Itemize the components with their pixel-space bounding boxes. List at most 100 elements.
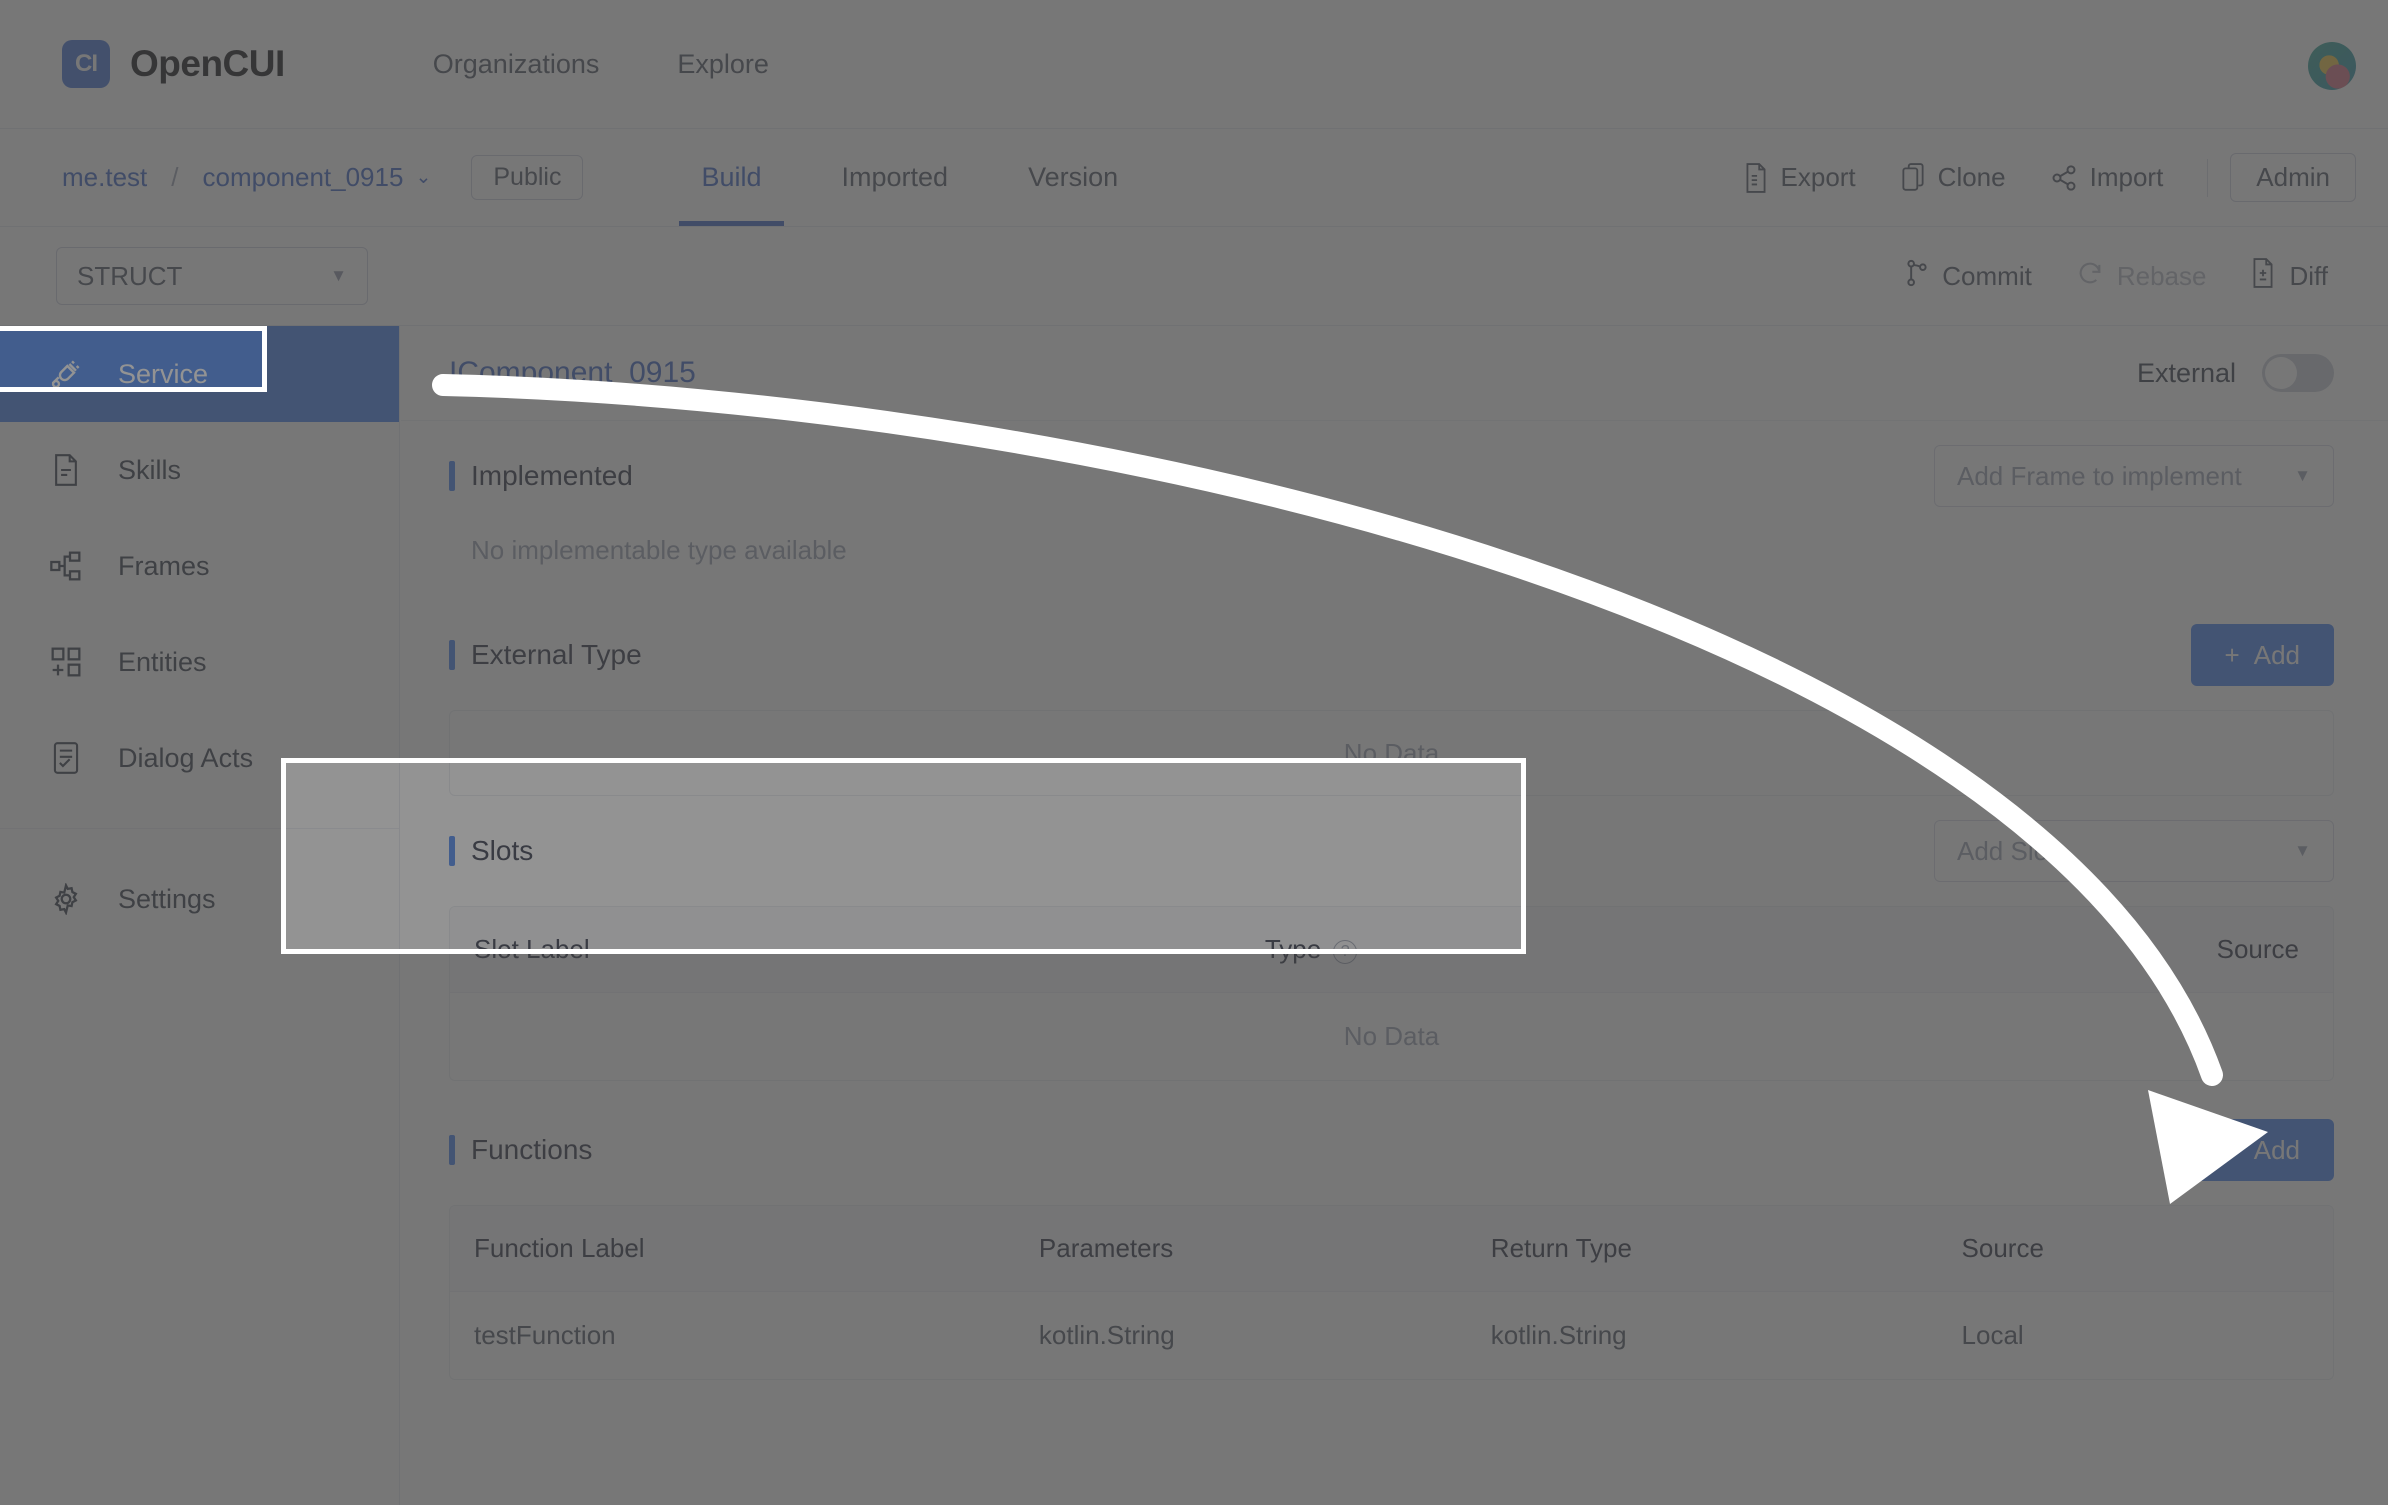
export-label: Export	[1780, 162, 1856, 192]
clone-label: Clone	[1937, 162, 2006, 192]
project-tabs: Build Imported Version	[661, 129, 1158, 226]
sidebar-item-dialog-acts[interactable]: Dialog Acts	[0, 710, 399, 806]
brand[interactable]: CI OpenCUI	[62, 40, 285, 88]
add-external-type-button[interactable]: + Add	[2190, 624, 2334, 686]
struct-toolbar: STRUCT ▼ Commit Rebase Diff	[0, 227, 2388, 326]
project-bar: me.test / component_0915 ⌄ Public Build …	[0, 129, 2388, 227]
slots-panel: Slot Label Type? Source No Data	[449, 906, 2334, 1081]
slots-empty-text: No Data	[450, 992, 2333, 1080]
section-slots: Slots Add Slot ▼ Slot Label Type ? Sourc…	[401, 796, 2388, 1081]
list-card-icon	[48, 742, 84, 774]
page-title: IComponent_0915	[449, 356, 696, 389]
add-frame-placeholder: Add Frame to implement	[1957, 460, 2242, 491]
nav-organizations[interactable]: Organizations	[433, 49, 600, 80]
tab-imported[interactable]: Imported	[802, 129, 989, 226]
table-header-row: Slot Label Type? Source	[450, 907, 2333, 993]
column-source: Source	[1937, 1206, 2333, 1292]
sidebar-item-skills[interactable]: Skills	[0, 422, 399, 518]
export-button[interactable]: Export	[1721, 162, 1878, 193]
section-external-type: External Type + Add No Data	[401, 600, 2388, 796]
gear-icon	[48, 883, 84, 915]
add-label: Add	[2253, 639, 2300, 670]
section-header: Functions + Add	[449, 1095, 2334, 1205]
add-slot-placeholder: Add Slot	[1957, 835, 2056, 866]
import-icon	[2050, 164, 2078, 192]
slots-table: Slot Label Type? Source No Data	[450, 907, 2333, 1080]
cell-return-type: kotlin.String	[1466, 1291, 1938, 1379]
section-header: External Type + Add	[449, 600, 2334, 710]
column-type-label: Type	[1264, 934, 1322, 964]
external-label: External	[2136, 357, 2236, 388]
plus-icon: +	[2224, 639, 2240, 670]
section-actions: Add Frame to implement ▼	[1934, 445, 2334, 507]
clone-icon	[1900, 162, 1926, 193]
import-button[interactable]: Import	[2028, 162, 2186, 193]
section-implemented: Implemented Add Frame to implement ▼ No …	[401, 421, 2388, 600]
action-divider	[2207, 158, 2209, 197]
breadcrumb-separator: /	[171, 162, 179, 192]
chevron-down-icon: ▼	[2294, 466, 2311, 485]
column-parameters: Parameters	[1014, 1206, 1467, 1292]
commit-label: Commit	[1942, 261, 2032, 291]
breadcrumb: me.test / component_0915 ⌄ Public	[62, 155, 584, 200]
toggle-knob	[2265, 357, 2297, 389]
column-type: Type?	[1240, 907, 1863, 993]
sidebar-item-frames[interactable]: Frames	[0, 518, 399, 614]
struct-select-value: STRUCT	[77, 260, 183, 291]
column-return-type: Return Type	[1466, 1206, 1938, 1292]
screenshot-root: CI OpenCUI Organizations Explore me.test…	[0, 0, 2388, 1505]
table-row[interactable]: testFunction kotlin.String kotlin.String…	[450, 1291, 2333, 1379]
sitemap-icon	[48, 551, 84, 581]
section-actions: + Add	[2190, 1119, 2334, 1181]
project-actions: Export Clone Import Admin	[1721, 129, 2356, 226]
add-function-button[interactable]: + Add	[2190, 1119, 2334, 1181]
blocks-icon	[48, 646, 84, 678]
chevron-down-icon[interactable]: ⌄	[415, 166, 431, 189]
add-slot-select[interactable]: Add Slot ▼	[1934, 820, 2334, 882]
sidebar-item-label: Skills	[118, 454, 182, 485]
add-frame-select[interactable]: Add Frame to implement ▼	[1934, 445, 2334, 507]
tab-build[interactable]: Build	[661, 129, 801, 226]
diff-file-icon	[2250, 258, 2276, 295]
plus-icon: +	[2224, 1134, 2240, 1165]
sidebar-item-label: Entities	[118, 646, 207, 677]
breadcrumb-project[interactable]: component_0915	[202, 162, 403, 193]
commit-button[interactable]: Commit	[1883, 259, 2054, 294]
sidebar-item-label: Service	[118, 358, 209, 389]
sidebar-item-entities[interactable]: Entities	[0, 614, 399, 710]
rebase-label: Rebase	[2116, 261, 2207, 291]
global-nav: Organizations Explore	[433, 49, 769, 80]
refresh-icon	[2076, 259, 2104, 294]
sidebar-item-service[interactable]: Service	[0, 326, 399, 422]
external-toggle[interactable]	[2262, 354, 2334, 392]
sidebar-item-label: Settings	[118, 883, 216, 914]
rebase-button: Rebase	[2054, 259, 2229, 294]
service-plug-icon	[48, 358, 84, 390]
help-circle-icon[interactable]: ?	[1333, 940, 1358, 964]
admin-button[interactable]: Admin	[2230, 153, 2356, 202]
add-label: Add	[2253, 1134, 2300, 1165]
breadcrumb-org[interactable]: me.test	[62, 162, 147, 193]
column-function-label: Function Label	[450, 1206, 1015, 1292]
diff-label: Diff	[2289, 261, 2328, 291]
clone-button[interactable]: Clone	[1878, 162, 2028, 193]
sidebar-item-settings[interactable]: Settings	[0, 851, 399, 947]
visibility-badge: Public	[471, 155, 584, 200]
section-actions: + Add	[2190, 624, 2334, 686]
section-title: Implemented	[449, 460, 633, 492]
tab-version[interactable]: Version	[988, 129, 1158, 226]
section-functions: Functions + Add Function Label Parameter…	[401, 1081, 2388, 1380]
vcs-actions: Commit Rebase Diff	[1883, 227, 2350, 326]
avatar[interactable]	[2308, 42, 2356, 90]
main-content: IComponent_0915 External Implemented Add…	[401, 326, 2388, 1505]
diff-button[interactable]: Diff	[2228, 258, 2350, 295]
column-slot-label: Slot Label	[450, 907, 1241, 993]
sidebar-item-label: Dialog Acts	[118, 742, 254, 773]
opencui-logo-icon: CI	[62, 40, 110, 88]
nav-explore[interactable]: Explore	[677, 49, 769, 80]
cell-source: Local	[1937, 1291, 2333, 1379]
struct-select[interactable]: STRUCT ▼	[56, 247, 368, 305]
external-type-empty-text: No Data	[1343, 737, 1440, 768]
implemented-empty-text: No implementable type available	[471, 535, 847, 565]
external-type-panel: No Data	[449, 710, 2334, 796]
